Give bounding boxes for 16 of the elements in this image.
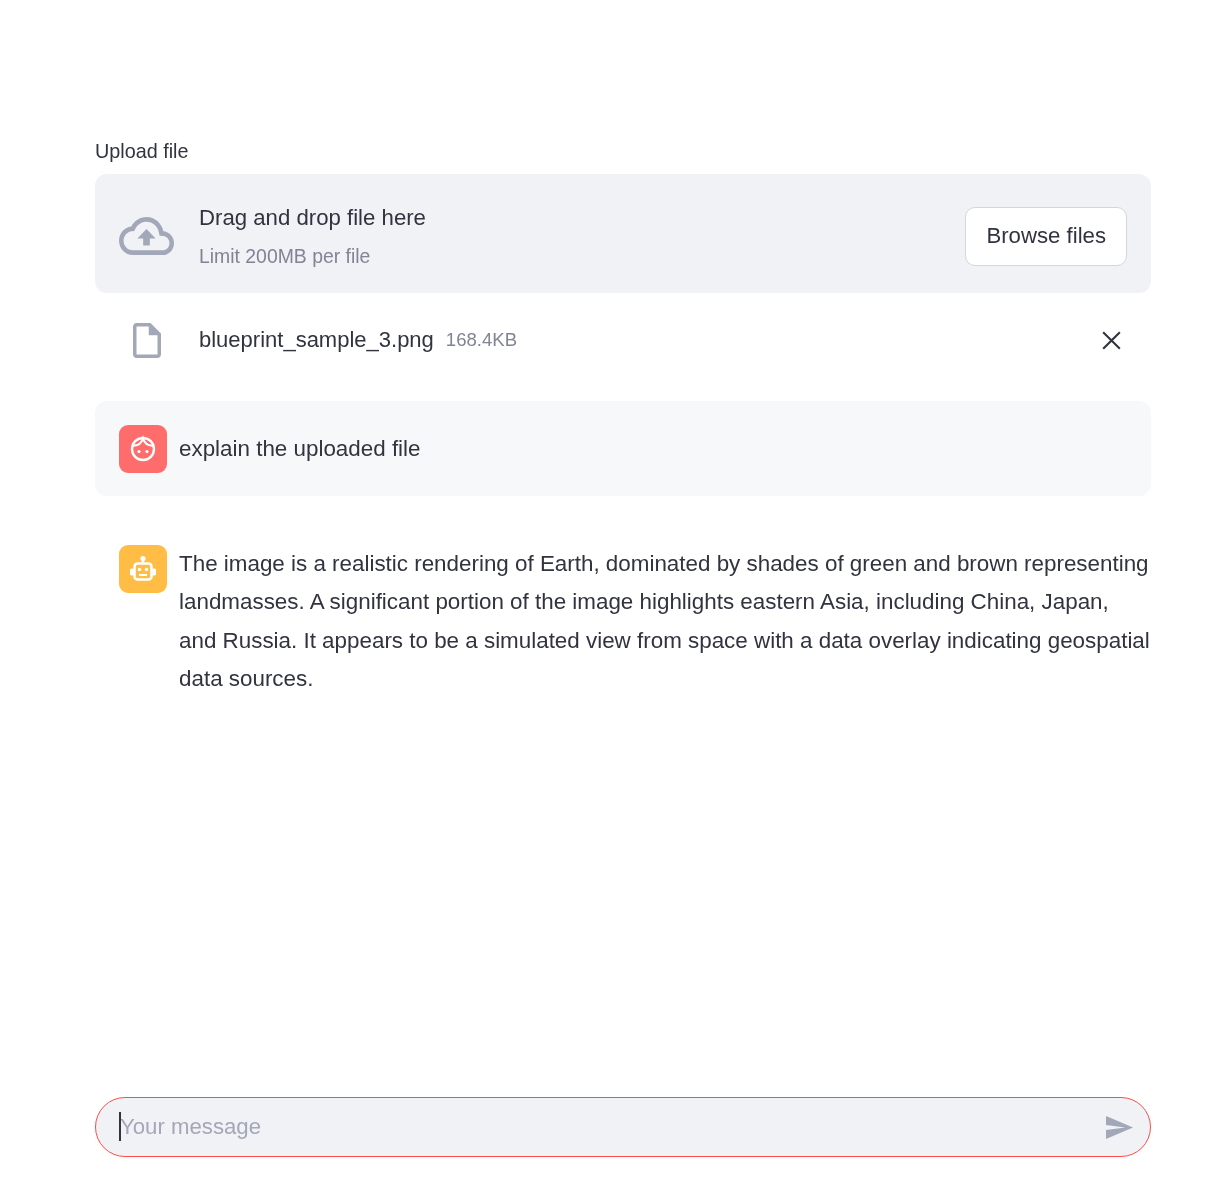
dropzone-title: Drag and drop file here: [199, 204, 426, 232]
message-input[interactable]: Your message: [95, 1097, 1151, 1157]
file-dropzone[interactable]: Drag and drop file here Limit 200MB per file Browse files: [95, 174, 1151, 293]
close-icon[interactable]: [1102, 330, 1121, 350]
browse-files-button[interactable]: Browse files: [965, 206, 1127, 266]
robot-avatar-icon: [119, 545, 167, 593]
face-avatar-icon: [119, 425, 167, 473]
cloud-upload-icon: [119, 217, 174, 255]
user-message-text: explain the uploaded file: [179, 434, 421, 463]
assistant-message-text: The image is a realistic rendering of Earth, dominated by shades of green and brown representing landmasses. A significant portion of the image highlights eastern Asia, including China, Japan, and Russia. It appears to be a simulated view from space with a data overlay indicating geospatial data sources.: [179, 550, 1150, 694]
file-size: 168.4KB: [445, 328, 518, 352]
file-name: blueprint_sample_3.png: [199, 326, 434, 354]
text-cursor: [119, 1112, 121, 1141]
file-icon: [133, 322, 161, 358]
upload-label: Upload file: [95, 139, 189, 163]
dropzone-hint: Limit 200MB per file: [199, 244, 371, 269]
